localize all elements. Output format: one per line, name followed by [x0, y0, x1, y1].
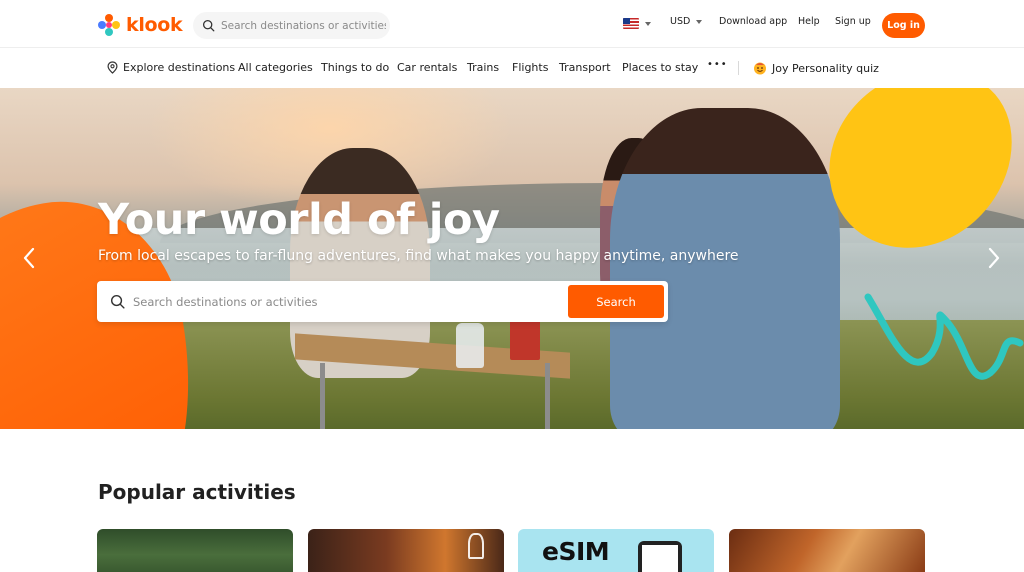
activity-card-esim[interactable]: eSIM [518, 529, 714, 572]
hero-subtitle: From local escapes to far-flung adventur… [98, 248, 739, 264]
carousel-prev-button[interactable] [17, 243, 41, 273]
carousel-next-button[interactable] [982, 243, 1006, 273]
nav-things-to-do[interactable]: Things to do [321, 61, 389, 74]
chevron-left-icon [23, 247, 35, 269]
popular-activities-heading: Popular activities [98, 480, 296, 504]
sign-up-link[interactable]: Sign up [835, 16, 871, 27]
chevron-down-icon [645, 21, 651, 26]
klook-logo-icon [98, 14, 120, 36]
nav-trains[interactable]: Trains [467, 61, 499, 74]
activity-card[interactable] [308, 529, 504, 572]
nav-more-button[interactable]: ••• [707, 59, 728, 70]
esim-card-text: eSIM [542, 537, 610, 566]
smiley-icon [754, 62, 766, 75]
hero-table-leg [320, 363, 325, 429]
nav-flights[interactable]: Flights [512, 61, 548, 74]
nav-all-categories[interactable]: All categories [238, 61, 313, 74]
log-in-button[interactable]: Log in [882, 13, 925, 38]
download-app-link[interactable]: Download app [719, 16, 787, 27]
hero-bottle [456, 323, 484, 368]
activity-card[interactable] [97, 529, 293, 572]
location-pin-icon [107, 61, 118, 74]
hero-cup [510, 320, 540, 360]
category-nav: Explore destinations All categories Thin… [0, 48, 1024, 88]
top-header: klook USD Download app Help Sign up Log … [0, 0, 1024, 48]
header-search-input[interactable] [221, 19, 386, 32]
currency-label: USD [670, 16, 691, 27]
nav-places-to-stay[interactable]: Places to stay [622, 61, 698, 74]
search-icon [202, 19, 215, 32]
hero-table-leg [545, 363, 550, 429]
nav-car-rentals[interactable]: Car rentals [397, 61, 457, 74]
explore-destinations-link[interactable]: Explore destinations [107, 61, 235, 74]
decorative-teal-squiggle [864, 293, 1024, 380]
chevron-right-icon [988, 247, 1000, 269]
lantern-decoration [468, 533, 484, 559]
header-search-box[interactable] [193, 12, 390, 39]
activity-card[interactable] [729, 529, 925, 572]
us-flag-icon [623, 18, 639, 29]
phone-screen [642, 545, 678, 572]
hero-search-input[interactable] [133, 294, 563, 309]
chevron-down-icon [696, 19, 703, 24]
nav-divider [738, 61, 739, 75]
language-selector[interactable] [623, 18, 651, 29]
currency-selector[interactable]: USD [670, 16, 703, 27]
explore-label: Explore destinations [123, 61, 236, 74]
hero-person [610, 108, 840, 429]
logo-text: klook [126, 14, 183, 36]
nav-transport[interactable]: Transport [559, 61, 611, 74]
hero-banner: Your world of joy From local escapes to … [0, 88, 1024, 429]
hero-title: Your world of joy [98, 195, 500, 245]
quiz-label: Joy Personality quiz [772, 61, 879, 75]
hero-search-button[interactable]: Search [568, 285, 664, 318]
klook-logo[interactable]: klook [97, 13, 183, 37]
hero-search-box[interactable]: Search [97, 281, 668, 322]
phone-image [638, 541, 682, 572]
joy-personality-quiz-link[interactable]: Joy Personality quiz [753, 61, 879, 75]
search-icon [110, 294, 125, 309]
help-link[interactable]: Help [798, 16, 820, 27]
